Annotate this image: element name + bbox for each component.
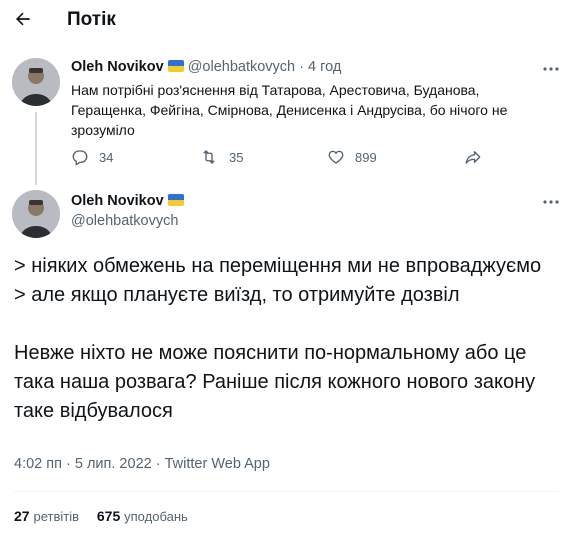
thread-connector (35, 112, 37, 185)
page-title: Потік (67, 9, 116, 30)
retweet-count: 35 (229, 149, 244, 165)
author-name[interactable]: Oleh Novikov (71, 193, 164, 209)
back-button[interactable] (8, 4, 38, 34)
likes-count: 675 (96, 508, 121, 524)
tweet-line: Невже ніхто не може пояснити по-нормальн… (14, 342, 536, 422)
like-button[interactable]: 899 (327, 148, 377, 166)
avatar-photo (12, 190, 60, 238)
divider (14, 491, 559, 492)
author-handle[interactable]: @olehbatkovych (71, 213, 178, 229)
separator-dot: · (66, 456, 71, 472)
more-dots-icon (543, 67, 559, 71)
heart-icon (328, 150, 344, 164)
retweet-button[interactable]: 35 (199, 148, 243, 166)
separator-dot: · (155, 456, 161, 472)
tweet-actions: 34 35 899 (71, 148, 491, 170)
page-header: Потік (0, 0, 572, 42)
author-name[interactable]: Oleh Novikov (71, 59, 164, 75)
reply-tweet-text: Нам потрібні роз'яснення від Татарова, А… (71, 82, 508, 138)
avatar[interactable] (12, 190, 60, 238)
likes-stat[interactable]: 675 уподобань (97, 508, 188, 524)
separator-dot: · (299, 59, 304, 75)
more-options-button[interactable] (539, 60, 563, 78)
retweet-icon (203, 150, 215, 164)
main-author-name-row: Oleh Novikov (71, 193, 184, 209)
main-tweet-text: > ніяких обмежень на переміщення ми не в… (14, 252, 559, 426)
share-button[interactable] (463, 148, 493, 166)
ukraine-flag-icon (167, 194, 184, 206)
retweets-count: 27 (14, 508, 30, 524)
share-icon (465, 151, 481, 164)
reply-button[interactable]: 34 (71, 148, 113, 166)
tweet-time[interactable]: 4 год (308, 59, 341, 75)
arrow-left-icon (16, 12, 30, 26)
reply-count: 34 (99, 149, 114, 165)
engagement-stats: 27 ретвітів 675 уподобань (14, 508, 202, 524)
main-author-handle-row: @olehbatkovych (71, 213, 178, 229)
retweets-label: ретвітів (33, 509, 79, 524)
tweet-meta: 4:02 пп · 5 лип. 2022 · Twitter Web App (14, 456, 270, 472)
avatar[interactable] (12, 58, 60, 106)
tweet-line: > але якщо плануєте виїзд, то отримуйте … (14, 284, 460, 306)
reply-bubble-icon (72, 150, 88, 166)
tweet-line: > ніяких обмежень на переміщення ми не в… (14, 255, 542, 277)
retweets-stat[interactable]: 27 ретвітів (14, 508, 79, 524)
tweet-time[interactable]: 4:02 пп (14, 456, 62, 472)
tweet-date[interactable]: 5 лип. 2022 (75, 456, 152, 472)
more-dots-icon (543, 200, 559, 204)
like-count: 899 (355, 149, 377, 165)
reply-tweet-header: Oleh Novikov @olehbatkovych · 4 год (71, 59, 341, 75)
more-options-button[interactable] (539, 193, 563, 211)
ukraine-flag-icon (167, 60, 184, 72)
avatar-photo (12, 58, 60, 106)
source-app-link[interactable]: Twitter Web App (165, 456, 270, 472)
likes-label: уподобань (124, 509, 188, 524)
author-handle[interactable]: @olehbatkovych (188, 59, 295, 75)
